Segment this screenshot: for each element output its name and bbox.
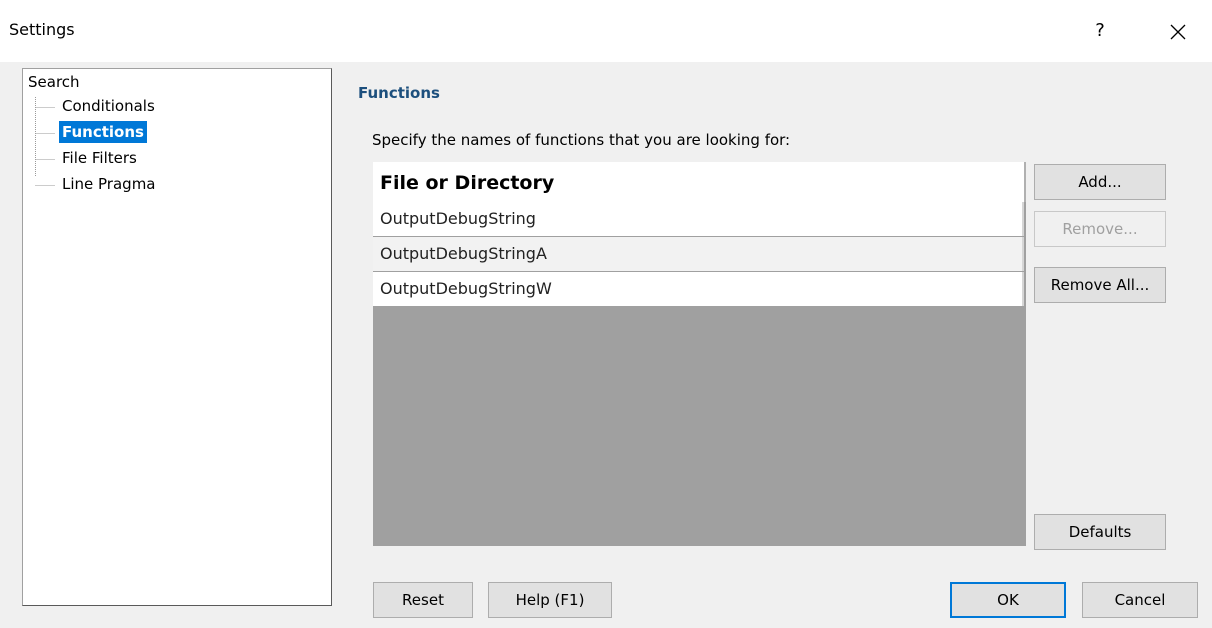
tree-item-file-filters[interactable]: File Filters <box>59 147 140 169</box>
help-button[interactable]: ? <box>1085 14 1115 48</box>
ok-button[interactable]: OK <box>950 582 1066 618</box>
column-header-file-or-directory[interactable]: File or Directory <box>380 172 554 194</box>
cancel-button[interactable]: Cancel <box>1082 582 1198 618</box>
close-button[interactable] <box>1160 14 1196 48</box>
add-button[interactable]: Add... <box>1034 164 1166 200</box>
list-header[interactable]: File or Directory <box>373 162 1026 202</box>
settings-tree[interactable]: Search Conditionals Functions File Filters… <box>22 68 332 606</box>
description-text: Specify the names of functions that you … <box>372 131 791 149</box>
tree-item-functions[interactable]: Functions <box>59 121 147 143</box>
tree-item-conditionals[interactable]: Conditionals <box>59 95 158 117</box>
functions-list[interactable]: File or Directory OutputDebugString Outpu… <box>373 162 1026 546</box>
close-icon <box>1170 24 1186 39</box>
tree-root-search[interactable]: Search <box>28 73 80 91</box>
list-row[interactable]: OutputDebugStringA <box>373 237 1024 271</box>
section-title: Functions <box>358 84 440 102</box>
remove-all-button[interactable]: Remove All... <box>1034 267 1166 303</box>
column-separator[interactable] <box>1024 162 1026 202</box>
title-bar: Settings ? <box>0 0 1212 62</box>
tree-connector-lines <box>35 97 55 186</box>
reset-button[interactable]: Reset <box>373 582 473 618</box>
tree-item-line-pragma[interactable]: Line Pragma <box>59 173 159 195</box>
help-f1-button[interactable]: Help (F1) <box>488 582 612 618</box>
list-row[interactable]: OutputDebugString <box>373 202 1024 236</box>
remove-button[interactable]: Remove... <box>1034 211 1166 247</box>
defaults-button[interactable]: Defaults <box>1034 514 1166 550</box>
list-row[interactable]: OutputDebugStringW <box>373 272 1024 306</box>
window-title: Settings <box>9 20 75 39</box>
